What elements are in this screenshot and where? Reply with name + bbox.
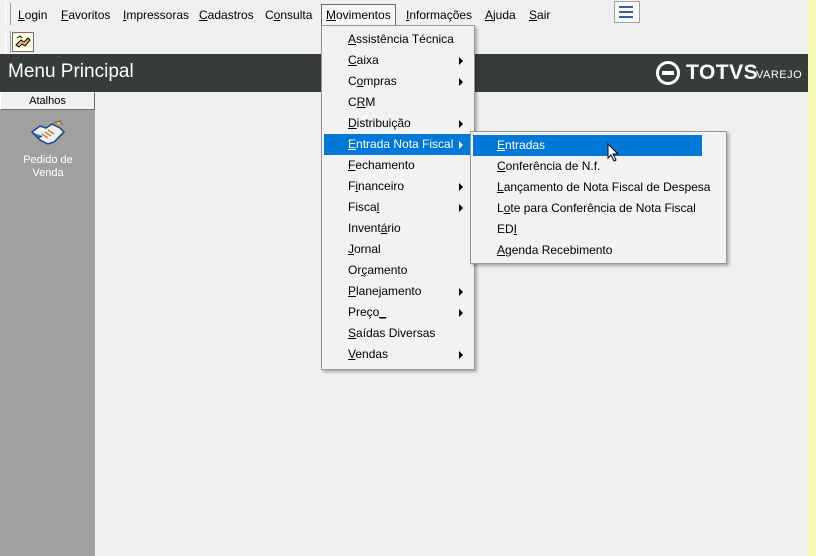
menu-item-vendas[interactable]: Vendas [324, 344, 470, 365]
menu-sair[interactable]: Sair [525, 4, 554, 26]
menu-cadastros[interactable]: Cadastros [195, 4, 258, 26]
submenu-arrow-icon [459, 120, 463, 128]
application-window: Login Favoritos Impressoras Cadastros Co… [0, 0, 808, 556]
menu-informacoes[interactable]: Informações [402, 4, 476, 26]
submenu-arrow-icon [459, 57, 463, 65]
movimentos-dropdown: Assistência Técnica Caixa Compras CRM Di… [321, 25, 475, 370]
submenu-arrow-icon [459, 309, 463, 317]
menu-item-inventario[interactable]: Inventário [324, 218, 470, 239]
submenu-arrow-icon [459, 141, 463, 149]
sidebar-heading: Atalhos [0, 92, 95, 110]
menu-consulta[interactable]: Consulta [261, 4, 316, 26]
menu-favoritos[interactable]: Favoritos [57, 4, 114, 26]
desktop-edge [808, 0, 816, 556]
submenu-arrow-icon [459, 183, 463, 191]
menu-item-fechamento[interactable]: Fechamento [324, 155, 470, 176]
menu-item-lote-conferencia[interactable]: Lote para Conferência de Nota Fiscal [473, 198, 702, 219]
submenu-arrow-icon [459, 351, 463, 359]
menu-item-agenda-recebimento[interactable]: Agenda Recebimento [473, 240, 702, 261]
shortcuts-sidebar: Atalhos Pedido de Venda [0, 92, 95, 556]
menu-item-financeiro[interactable]: Financeiro [324, 176, 470, 197]
handshake-icon [15, 35, 31, 48]
menu-item-distribuicao[interactable]: Distribuição [324, 113, 470, 134]
menu-item-lancamento-nota-despesa[interactable]: Lançamento de Nota Fiscal de Despesa [473, 177, 710, 198]
document-icon[interactable] [614, 1, 640, 23]
menu-item-caixa[interactable]: Caixa [324, 50, 470, 71]
menu-item-preco[interactable]: Preço_ [324, 302, 470, 323]
menu-item-conferencia-nf[interactable]: Conferência de N.f. [473, 156, 702, 177]
logo-text: TOTVS [686, 61, 759, 84]
page-title: Menu Principal [8, 61, 134, 82]
menu-item-planejamento[interactable]: Planejamento [324, 281, 470, 302]
menu-item-jornal[interactable]: Jornal [324, 239, 470, 260]
menu-item-saidas-diversas[interactable]: Saídas Diversas [324, 323, 470, 344]
menu-item-orcamento[interactable]: Orçamento [324, 260, 470, 281]
menu-item-fiscal[interactable]: Fiscal [324, 197, 470, 218]
menu-item-entradas[interactable]: Entradas [473, 135, 702, 156]
menu-item-assistencia-tecnica[interactable]: Assistência Técnica [324, 29, 498, 50]
menu-impressoras[interactable]: Impressoras [119, 4, 193, 26]
menu-login[interactable]: Login [14, 4, 51, 26]
menu-item-compras[interactable]: Compras [324, 71, 470, 92]
logo-subtext: VAREJO [756, 69, 803, 81]
menu-item-edi[interactable]: EDI [473, 219, 702, 240]
menu-item-crm[interactable]: CRM [324, 92, 470, 113]
handshake-icon [30, 120, 66, 145]
handshake-toolbar-button[interactable] [12, 32, 34, 52]
menu-ajuda[interactable]: Ajuda [481, 4, 520, 26]
toolbar-grip [5, 31, 11, 53]
entrada-nota-fiscal-submenu: Entradas Conferência de N.f. Lançamento … [470, 131, 727, 264]
menu-movimentos[interactable]: Movimentos [321, 4, 396, 27]
submenu-arrow-icon [459, 288, 463, 296]
menubar-grip [5, 3, 11, 25]
submenu-arrow-icon [459, 78, 463, 86]
menu-item-entrada-nota-fiscal[interactable]: Entrada Nota Fiscal [324, 134, 470, 155]
totvs-logo-icon [656, 61, 680, 85]
shortcut-label: Pedido de Venda [23, 154, 73, 179]
shortcut-pedido-de-venda[interactable]: Pedido de Venda [10, 120, 86, 180]
mouse-cursor-icon [607, 143, 620, 162]
submenu-arrow-icon [459, 204, 463, 212]
